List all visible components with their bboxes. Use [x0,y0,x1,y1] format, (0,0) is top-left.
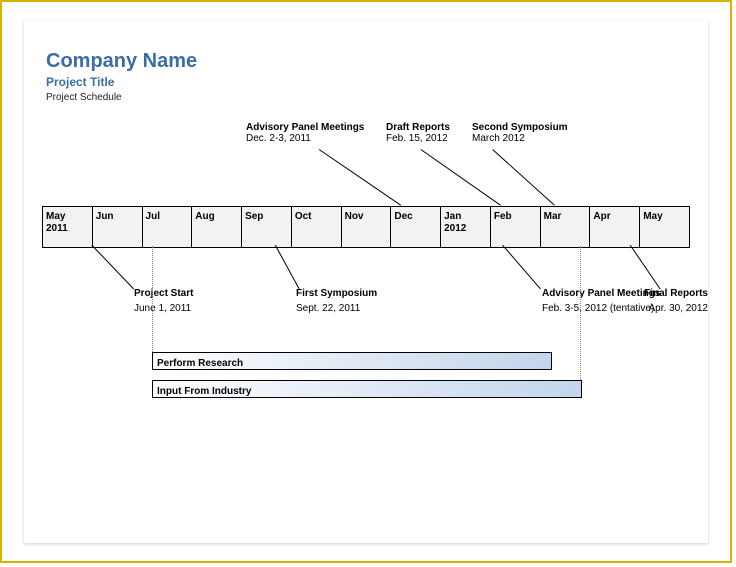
month-cell: May [640,207,689,247]
event-label: First SymposiumSept. 22, 2011 [296,288,377,314]
project-title: Project Title [46,75,197,89]
month-cell: Dec [391,207,441,247]
month-cell: Aug [192,207,242,247]
subtitle: Project Schedule [46,92,197,103]
timeline-axis: May 2011 Jun Jul Aug Sep Oct Nov Dec Jan… [42,206,690,248]
month-cell: May 2011 [43,207,93,247]
event-label: Final ReportsApr. 30, 2012 [658,288,708,314]
bar-industry: Input From Industry [152,380,582,398]
month-cell: Jul [143,207,193,247]
event-label: Advisory Panel MeetingsDec. 2-3, 2011 [246,122,364,144]
event-label: Draft ReportsFeb. 15, 2012 [386,122,450,144]
month-cell: Nov [342,207,392,247]
guide-line [152,246,153,356]
month-cell: Feb [491,207,541,247]
event-label: Second SymposiumMarch 2012 [472,122,568,144]
month-cell: Mar [541,207,591,247]
month-cell: Sep [242,207,292,247]
event-label: Advisory Panel MeetingsFeb. 3-5, 2012 (t… [542,288,660,314]
event-label: Project StartJune 1, 2011 [134,288,193,314]
month-cell: Jun [93,207,143,247]
month-cell: Apr [590,207,640,247]
month-cell: Oct [292,207,342,247]
month-cell: Jan 2012 [441,207,491,247]
bar-research: Perform Research [152,352,552,370]
company-name: Company Name [46,50,197,73]
